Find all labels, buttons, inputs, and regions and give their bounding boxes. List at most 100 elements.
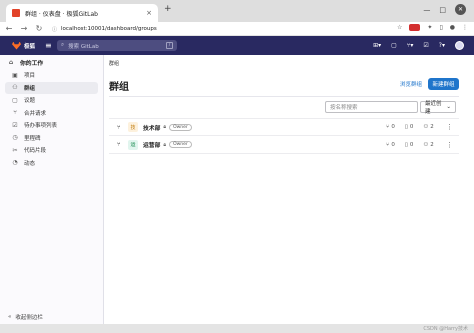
sidebar-item-projects[interactable]: ▣ 项目	[5, 69, 98, 82]
create-new-icon[interactable]: ⊞▾	[373, 42, 381, 49]
watermark: CSDN @Harry技术	[423, 326, 468, 332]
window-controls: — □ ✕	[423, 4, 466, 15]
sidebar-item-label: 动态	[24, 160, 36, 167]
private-lock-icon: 🔒︎	[163, 141, 167, 148]
group-row[interactable]: ⑂ 技 技术部 🔒︎ Owner ⑂ 0 ▯ 0 ⚇ 2 ⋮	[109, 118, 459, 136]
project-stat-icon: ▯	[404, 141, 408, 148]
extension-icon[interactable]	[409, 24, 421, 31]
bookmark-star-icon[interactable]: ☆	[397, 24, 402, 31]
subgroups-count-value: 0	[391, 124, 395, 130]
sidebar-item-merge-requests[interactable]: ⑂ 合并请求	[5, 107, 98, 120]
group-icon: ⚇	[12, 84, 18, 92]
private-lock-icon: 🔒︎	[163, 124, 167, 130]
brand-name[interactable]: 极狐	[24, 42, 35, 50]
breadcrumb[interactable]: 群组	[109, 60, 119, 67]
project-stat-icon: ▯	[404, 124, 408, 130]
subgroups-count: ⑂ 0	[386, 124, 395, 130]
subgroups-count-value: 0	[391, 141, 395, 148]
group-list: ⑂ 技 技术部 🔒︎ Owner ⑂ 0 ▯ 0 ⚇ 2 ⋮ ⑂ 运 运营部 🔒︎ O…	[109, 118, 459, 154]
url-field[interactable]: ⓘ localhost:10001/dashboard/groups	[52, 24, 374, 34]
your-work-icon: ⌂	[8, 58, 14, 66]
search-shortcut-key: /	[166, 42, 173, 49]
sidebar-item-label: 项目	[24, 73, 36, 80]
sidebar-item-label: 议题	[24, 98, 36, 105]
group-avatar: 运	[128, 139, 138, 150]
search-placeholder: 搜索 GitLab	[68, 43, 99, 50]
help-icon[interactable]: ?▾	[439, 42, 445, 49]
browser-toolbar-icons: ☆ ✦ ▯ ● ⋮	[397, 24, 468, 31]
members-count: ⚇ 2	[423, 124, 433, 130]
sidebar-item-label: 里程碑	[24, 135, 41, 142]
todos-nav-icon[interactable]: ☑	[423, 42, 428, 49]
sidebar-item-todos[interactable]: ☑ 待办事项列表	[5, 119, 98, 132]
user-avatar[interactable]	[455, 41, 464, 50]
maximize-icon[interactable]: □	[439, 6, 446, 14]
divider	[109, 96, 459, 97]
merge-requests-nav-icon[interactable]: ⑂▾	[407, 42, 414, 49]
sidebar-item-snippets[interactable]: ✂ 代码片段	[5, 144, 98, 157]
issues-nav-icon[interactable]: ▢	[391, 42, 397, 49]
role-badge: Owner	[169, 141, 192, 148]
group-name[interactable]: 技术部	[143, 123, 160, 132]
browser-menu-icon[interactable]: ⋮	[462, 24, 468, 31]
members-stat-icon: ⚇	[423, 124, 429, 130]
sidebar-item-milestones[interactable]: ◷ 里程碑	[5, 132, 98, 145]
profile-icon[interactable]: ●	[450, 24, 455, 31]
reload-icon[interactable]: ↻	[33, 24, 45, 33]
new-group-button[interactable]: 新建群组	[428, 78, 459, 90]
chevron-down-icon: ⌄	[446, 104, 451, 110]
filter-by-name-input[interactable]: 按名称搜索	[325, 101, 418, 113]
gitlab-top-nav: 极狐 ≡ ⌕ 搜索 GitLab / ⊞▾ ▢ ⑂▾ ☑ ?▾	[0, 36, 474, 55]
more-actions-icon[interactable]: ⋮	[446, 123, 453, 131]
members-count-value: 2	[430, 141, 434, 148]
subgroups-count: ⑂ 0	[386, 142, 395, 148]
group-row[interactable]: ⑂ 运 运营部 🔒︎ Owner ⑂ 0 ▯ 0 ⚇ 2 ⋮	[109, 136, 459, 154]
sort-dropdown[interactable]: 最近创建 ⌄	[420, 101, 456, 115]
issues-icon: ▢	[12, 96, 18, 104]
search-icon: ⌕	[61, 42, 65, 48]
sort-label: 最近创建	[425, 101, 442, 115]
page-title: 群组	[109, 82, 129, 93]
main-content: 群组 群组 浏览群组 新建群组 按名称搜索 最近创建 ⌄ ⑂ 技 技术部 🔒︎ …	[104, 55, 465, 324]
new-tab-button[interactable]: +	[164, 4, 172, 14]
role-badge: Owner	[169, 123, 192, 131]
activity-icon: ◔	[12, 159, 18, 167]
sidebar-item-label: 合并请求	[24, 110, 47, 117]
tab-close-icon[interactable]: ×	[146, 9, 152, 17]
collapse-sidebar-button[interactable]: « 收起侧边栏	[8, 313, 43, 321]
sidebar-header-label: 你的工作	[20, 60, 44, 67]
sidebar-toggle-icon[interactable]: ▯	[439, 24, 442, 31]
url-text: localhost:10001/dashboard/groups	[61, 26, 157, 32]
sidebar-item-groups[interactable]: ⚇ 群组	[5, 81, 98, 94]
search-input[interactable]: ⌕ 搜索 GitLab /	[57, 40, 177, 51]
collapse-icon: «	[8, 314, 12, 320]
sidebar: ⌂ 你的工作 ▣ 项目 ⚇ 群组 ▢ 议题 ⑂ 合并请求 ☑ 待办事项列表 ◷ …	[0, 55, 104, 324]
snippet-icon: ✂	[12, 146, 18, 154]
forward-icon[interactable]: →	[18, 24, 30, 33]
browser-tab-bar: 群组 · 仪表盘 · 极狐GitLab × + — □ ✕	[0, 0, 474, 22]
page-info-icon[interactable]: ⓘ	[52, 26, 57, 33]
merge-request-icon: ⑂	[13, 109, 17, 117]
extensions-puzzle-icon[interactable]: ✦	[427, 24, 432, 31]
close-window-icon[interactable]: ✕	[455, 4, 466, 15]
explore-groups-button[interactable]: 浏览群组	[400, 80, 422, 88]
project-icon: ▣	[12, 71, 18, 79]
more-actions-icon[interactable]: ⋮	[446, 141, 453, 149]
bottom-strip	[0, 324, 474, 333]
projects-count: ▯ 0	[405, 142, 414, 148]
top-nav-actions: ⊞▾ ▢ ⑂▾ ☑ ?▾	[373, 41, 464, 50]
milestone-icon: ◷	[12, 134, 18, 142]
sidebar-header: ⌂ 你的工作	[0, 55, 103, 69]
sidebar-item-issues[interactable]: ▢ 议题	[5, 94, 98, 107]
group-name[interactable]: 运营部	[143, 140, 160, 149]
collapse-label: 收起侧边栏	[15, 315, 43, 321]
projects-count-value: 0	[409, 124, 414, 130]
menu-icon[interactable]: ≡	[45, 41, 52, 50]
back-icon[interactable]: ←	[3, 24, 15, 33]
browser-tab[interactable]: 群组 · 仪表盘 · 极狐GitLab ×	[6, 4, 158, 22]
todo-icon: ☑	[12, 121, 18, 129]
gitlab-logo-icon[interactable]	[12, 41, 21, 50]
sidebar-item-activity[interactable]: ◔ 动态	[5, 157, 98, 170]
minimize-icon[interactable]: —	[423, 6, 430, 14]
sidebar-item-label: 群组	[24, 85, 36, 92]
